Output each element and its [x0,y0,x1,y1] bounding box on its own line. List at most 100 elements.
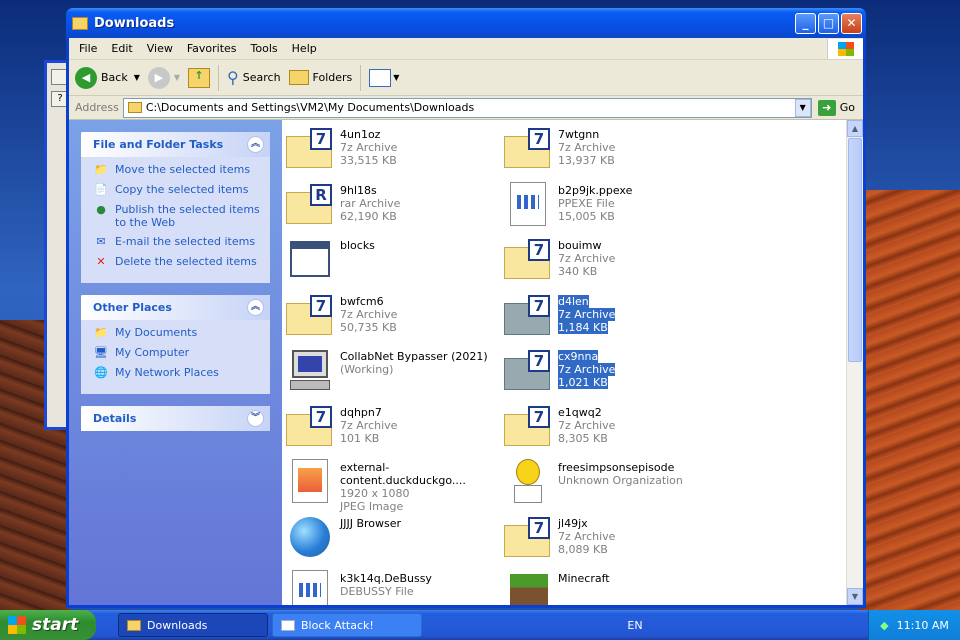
start-button[interactable]: start [0,610,96,640]
file-size: 8,089 KB [558,542,608,556]
forward-dropdown-icon[interactable]: ▼ [174,73,180,82]
back-arrow-icon: ◀ [75,66,97,89]
file-item[interactable]: 7 cx9nna 7z Archive 1,021 KB [504,346,722,400]
file-name: d4len [558,294,589,308]
scroll-thumb[interactable] [848,138,862,362]
minimize-button[interactable]: _ [795,12,816,34]
file-label: k3k14q.DeBussy DEBUSSY File [340,568,432,598]
go-button[interactable]: ➜ Go [817,99,855,116]
tray-app-icon[interactable]: ◆ [880,619,888,632]
collapse-chevron-icon[interactable]: ︽ [247,136,264,153]
back-button[interactable]: ◀ Back ▼ [75,66,140,89]
file-item[interactable]: freesimpsonsepisode Unknown Organization [504,457,722,511]
windows-logo-icon [827,38,863,59]
details-panel: Details ︾ [81,406,270,431]
panel-header[interactable]: File and Folder Tasks ︽ [81,132,270,157]
archive-7z-icon: 7 [286,291,334,337]
other-places-panel: Other Places ︽ 📁 My Documents 🖥 My Computer… [81,295,270,394]
address-bar: Address C:\Documents and Settings\VM2\My… [69,96,863,120]
expand-chevron-icon[interactable]: ︾ [247,410,264,427]
file-item[interactable]: 7 dqhpn7 7z Archive 101 KB [286,402,504,456]
file-label: 9hl18s rar Archive 62,190 KB [340,180,400,223]
file-size: JPEG Image [340,500,404,513]
task-publish[interactable]: ● Publish the selected items to the Web [93,203,260,229]
taskbar-button-block-attack[interactable]: Block Attack! [272,613,422,637]
folders-button[interactable]: Folders [288,70,352,85]
menu-help[interactable]: Help [292,42,317,55]
title-bar[interactable]: Downloads _ □ ✕ [66,8,866,38]
place-my-network[interactable]: 🌐 My Network Places [93,366,260,380]
place-label: My Computer [115,346,190,359]
file-item[interactable]: 7 bouimw 7z Archive 340 KB [504,235,722,289]
publish-globe-icon: ● [96,203,106,216]
language-indicator[interactable]: EN [627,619,642,632]
file-item[interactable]: R 9hl18s rar Archive 62,190 KB [286,180,504,234]
close-button[interactable]: ✕ [841,12,862,34]
task-label: E-mail the selected items [115,235,256,248]
file-item[interactable]: 7 e1qwq2 7z Archive 8,305 KB [504,402,722,456]
task-label: Downloads [147,618,208,632]
file-item[interactable]: b2p9jk.ppexe PPEXE File 15,005 KB [504,180,722,234]
file-label: freesimpsonsepisode Unknown Organization [558,457,683,487]
file-item[interactable]: 7 d4len 7z Archive 1,184 KB [504,291,722,345]
task-email[interactable]: ✉ E-mail the selected items [93,235,260,249]
window-icon [286,235,334,281]
forward-button[interactable]: ▶ ▼ [147,66,180,89]
address-dropdown-icon[interactable]: ▼ [794,98,811,117]
file-item[interactable]: k3k14q.DeBussy DEBUSSY File [286,568,504,605]
globe-icon [286,513,334,559]
file-name: 9hl18s [340,183,377,197]
back-dropdown-icon[interactable]: ▼ [134,73,140,82]
file-item[interactable]: 7 4un1oz 7z Archive 33,515 KB [286,124,504,178]
copy-icon: 📄 [94,183,108,196]
views-button[interactable]: ▼ [369,68,399,87]
scroll-up-button[interactable]: ▲ [847,120,863,137]
panel-header[interactable]: Details ︾ [81,406,270,431]
place-my-computer[interactable]: 🖥 My Computer [93,346,260,360]
file-label: Minecraft [558,568,610,585]
task-copy[interactable]: 📄 Copy the selected items [93,183,260,197]
file-item[interactable]: 7 bwfcm6 7z Archive 50,735 KB [286,291,504,345]
menu-view[interactable]: View [147,42,173,55]
file-item[interactable]: blocks [286,235,504,289]
maximize-button[interactable]: □ [818,12,839,34]
file-item[interactable]: external-content.duckduckgo.... 1920 x 10… [286,457,504,513]
file-item[interactable]: 7 jl49jx 7z Archive 8,089 KB [504,513,722,567]
menu-edit[interactable]: Edit [111,42,132,55]
menu-file[interactable]: File [79,42,97,55]
file-size: 33,515 KB [340,154,397,167]
file-name: Minecraft [558,572,610,585]
archive-7z-icon: 7 [504,346,552,392]
task-label: Copy the selected items [115,183,249,196]
file-name: JJJJ Browser [340,516,402,530]
panel-header[interactable]: Other Places ︽ [81,295,270,320]
file-label: bouimw 7z Archive 340 KB [558,235,615,278]
menu-favorites[interactable]: Favorites [187,42,237,55]
panel-title: Details [93,412,137,425]
file-label: JJJJ Browser [340,513,401,530]
place-my-documents[interactable]: 📁 My Documents [93,326,260,340]
file-item[interactable]: 7 7wtgnn 7z Archive 13,937 KB [504,124,722,178]
menu-tools[interactable]: Tools [251,42,278,55]
file-list[interactable]: 7 4un1oz 7z Archive 33,515 KB 7 7wtgnn 7z Arch… [282,120,863,605]
taskbar-button-downloads[interactable]: Downloads [118,613,268,637]
task-move[interactable]: 📁 Move the selected items [93,163,260,177]
collapse-chevron-icon[interactable]: ︽ [247,299,264,316]
task-delete[interactable]: ✕ Delete the selected items [93,255,260,269]
file-name: b2p9jk.ppexe [558,183,633,197]
minecraft-block-icon [504,568,552,605]
document-icon [504,180,552,226]
toolbar: ◀ Back ▼ ▶ ▼ ↑ ⚲ Search Folders ▼ [69,60,863,96]
address-field[interactable]: C:\Documents and Settings\VM2\My Documen… [122,97,812,118]
search-button[interactable]: ⚲ Search [227,68,281,87]
file-size: 13,937 KB [558,154,615,167]
up-folder-button[interactable]: ↑ [188,67,211,88]
file-item[interactable]: Minecraft [504,568,722,605]
vertical-scrollbar[interactable]: ▲ ▼ [846,120,863,605]
scroll-down-button[interactable]: ▼ [847,588,863,605]
file-type: 7z Archive [558,307,616,321]
file-item[interactable]: CollabNet Bypasser (2021) (Working) [286,346,504,400]
archive-7z-icon: 7 [286,124,334,170]
file-item[interactable]: JJJJ Browser [286,513,504,567]
file-type: 7z Archive [558,529,616,543]
